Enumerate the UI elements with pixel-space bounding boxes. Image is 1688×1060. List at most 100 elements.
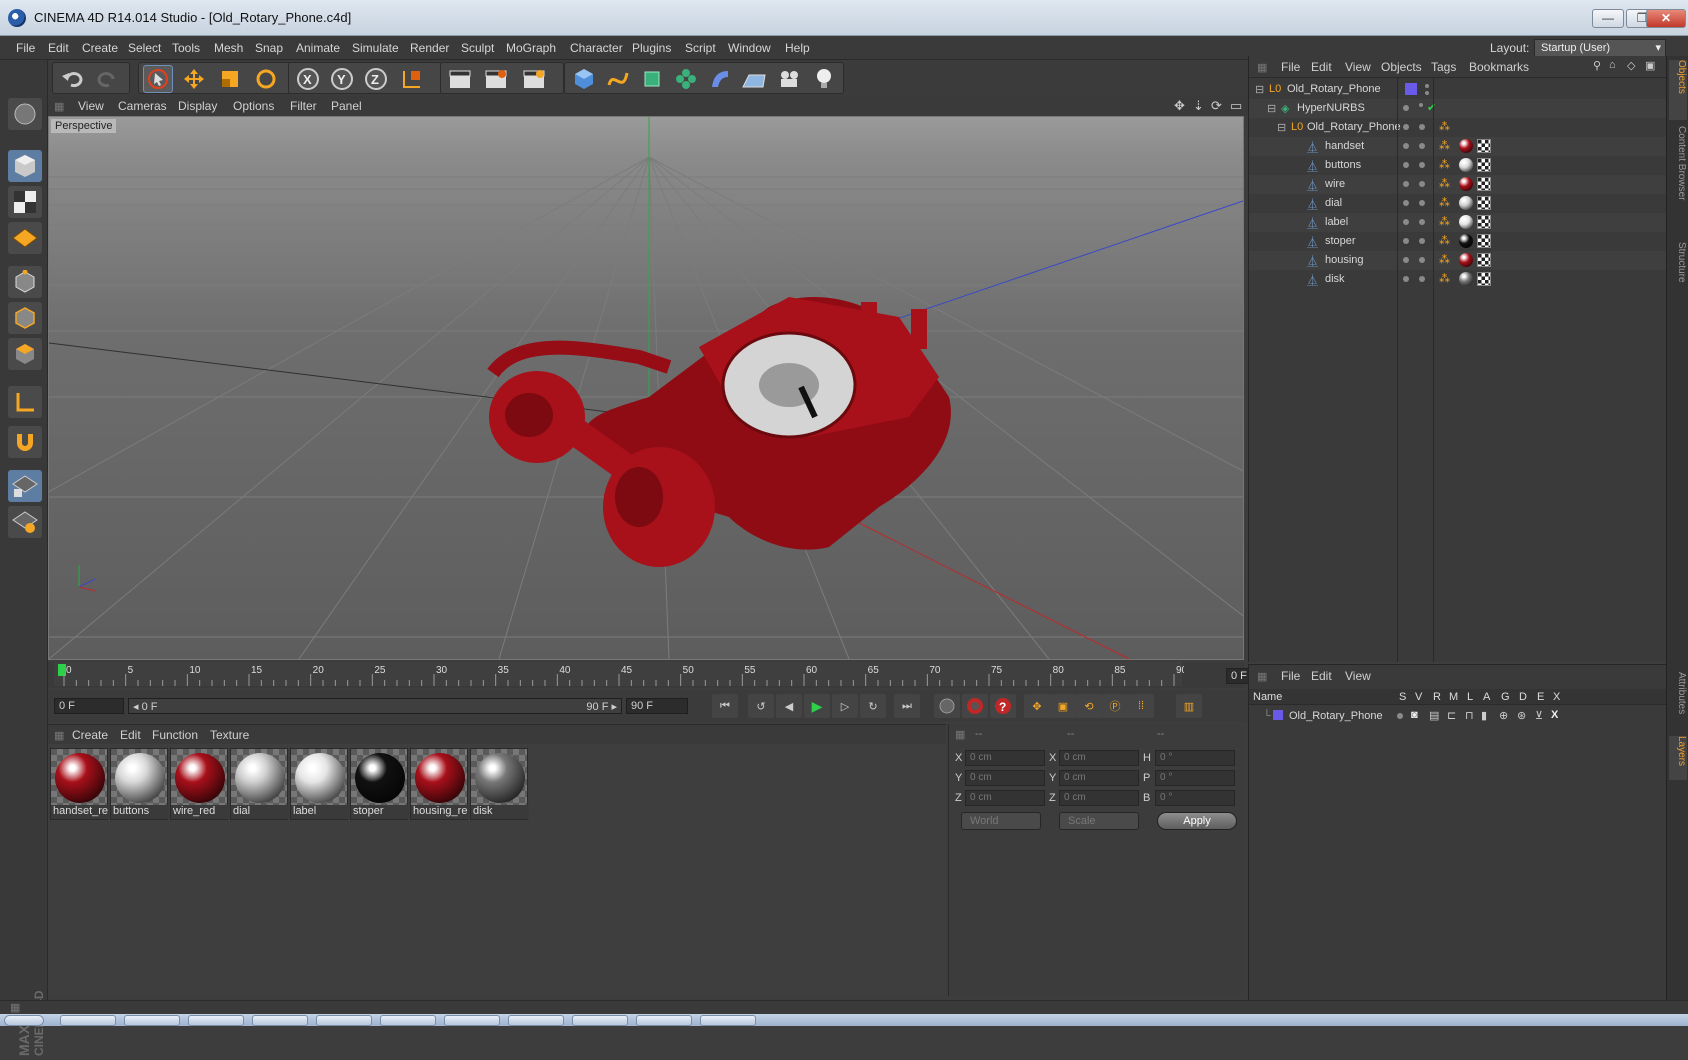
goto-start-button[interactable]: ⏮ (712, 694, 738, 718)
menu-plugins[interactable]: Plugins (632, 41, 671, 55)
rot-p-field[interactable]: 0 ° (1155, 770, 1235, 786)
floor-button[interactable] (739, 65, 769, 93)
playhead-marker[interactable] (58, 664, 66, 676)
render-visibility-dot[interactable] (1419, 219, 1425, 225)
phong-tag-icon[interactable]: ⁂ (1439, 234, 1450, 247)
array-button[interactable] (671, 65, 701, 93)
taskbar-item[interactable] (316, 1015, 372, 1026)
viewport-move-icon[interactable]: ✥ (1174, 98, 1185, 114)
size-x-field[interactable]: 0 cm (1059, 750, 1139, 766)
layer-col-render[interactable]: R (1433, 691, 1441, 703)
layer-menu-view[interactable]: View (1345, 669, 1371, 683)
render-visibility-dot[interactable] (1419, 181, 1425, 187)
make-editable-button[interactable] (8, 98, 42, 130)
menu-create[interactable]: Create (82, 41, 118, 55)
tab-structure[interactable]: Structure (1669, 242, 1687, 302)
autokey-button[interactable] (962, 694, 988, 718)
material-menu-function[interactable]: Function (152, 728, 198, 742)
layer-deformer-icon[interactable]: ⊛ (1517, 709, 1526, 722)
size-z-field[interactable]: 0 cm (1059, 790, 1139, 806)
viewport-menu-view[interactable]: View (78, 99, 104, 113)
cube-object-button[interactable] (569, 65, 599, 93)
material-tag[interactable] (1459, 158, 1473, 172)
material-menu-texture[interactable]: Texture (210, 728, 249, 742)
layout-select[interactable]: Startup (User) ▾ (1534, 39, 1666, 57)
viewport-maximize-icon[interactable]: ▭ (1230, 98, 1242, 114)
taskbar-item[interactable] (636, 1015, 692, 1026)
z-axis-button[interactable]: Z (361, 65, 391, 93)
layer-col-locked[interactable]: L (1467, 691, 1473, 703)
taskbar-item[interactable] (60, 1015, 116, 1026)
phong-tag-icon[interactable]: ⁂ (1439, 215, 1450, 228)
goto-prev-key-button[interactable]: ↺ (748, 694, 774, 718)
x-axis-button[interactable]: X (293, 65, 323, 93)
size-mode-dropdown[interactable]: Scale (1059, 812, 1139, 830)
start-frame-field[interactable]: 0 F (54, 698, 124, 714)
material-tag[interactable] (1459, 196, 1473, 210)
rotate-tool-button[interactable] (251, 65, 281, 93)
axis-mode-button[interactable] (8, 386, 42, 418)
rot-h-field[interactable]: 0 ° (1155, 750, 1235, 766)
undo-button[interactable] (57, 65, 87, 93)
pos-y-field[interactable]: 0 cm (965, 770, 1045, 786)
texture-tag[interactable] (1477, 215, 1491, 229)
key-parameter-button[interactable]: Ⓟ (1102, 694, 1128, 718)
menu-sculpt[interactable]: Sculpt (461, 41, 494, 55)
render-visibility-dot[interactable] (1419, 103, 1423, 107)
editor-visibility-dot[interactable] (1403, 181, 1409, 187)
phong-tag-icon[interactable]: ⁂ (1439, 253, 1450, 266)
layer-color-icon[interactable] (1273, 710, 1283, 720)
expand-toggle-icon[interactable]: ⊟ (1277, 121, 1286, 134)
render-visibility-dot[interactable] (1419, 257, 1425, 263)
home-icon[interactable]: ⌂ (1609, 59, 1616, 71)
menu-mograph[interactable]: MoGraph (506, 41, 556, 55)
menu-simulate[interactable]: Simulate (352, 41, 399, 55)
points-mode-button[interactable] (8, 266, 42, 298)
column-divider[interactable] (1397, 78, 1398, 662)
render-view-button[interactable] (445, 65, 475, 93)
snap-button[interactable] (8, 426, 42, 458)
redo-button[interactable] (93, 65, 123, 93)
layer-col-view[interactable]: V (1415, 691, 1422, 703)
taskbar-item[interactable] (252, 1015, 308, 1026)
spline-button[interactable] (603, 65, 633, 93)
material-swatch[interactable]: disk (470, 748, 529, 820)
apply-button[interactable]: Apply (1157, 812, 1237, 830)
key-scale-button[interactable]: ▣ (1050, 694, 1076, 718)
expand-toggle-icon[interactable]: ⊟ (1267, 102, 1276, 115)
texture-tag[interactable] (1477, 177, 1491, 191)
object-row[interactable]: ⏅ stoper ⁂ (1249, 232, 1667, 251)
menu-file[interactable]: File (16, 41, 35, 55)
tab-attributes[interactable]: Attributes (1669, 672, 1687, 732)
deformer-button[interactable] (705, 65, 735, 93)
render-settings-button[interactable] (519, 65, 549, 93)
layer-col-manager[interactable]: M (1449, 691, 1458, 703)
search-icon[interactable]: ⚲ (1593, 59, 1601, 72)
menu-script[interactable]: Script (685, 41, 716, 55)
render-visibility-dot[interactable] (1419, 162, 1425, 168)
material-menu-create[interactable]: Create (72, 728, 108, 742)
collapse-icon[interactable]: ◇ (1627, 59, 1635, 72)
viewport-rotate-icon[interactable]: ⟳ (1211, 98, 1222, 114)
editor-visibility-dot[interactable] (1403, 124, 1409, 130)
planar-workplane-button[interactable] (8, 506, 42, 538)
material-swatch[interactable]: handset_re (50, 748, 109, 820)
expand-toggle-icon[interactable]: ⊟ (1255, 83, 1264, 96)
menu-animate[interactable]: Animate (296, 41, 340, 55)
layer-col-generators[interactable]: G (1501, 691, 1510, 703)
texture-tag[interactable] (1477, 139, 1491, 153)
pos-z-field[interactable]: 0 cm (965, 790, 1045, 806)
editor-visibility-dot[interactable] (1403, 276, 1409, 282)
layer-expression-icon[interactable]: ⊻ (1535, 709, 1543, 722)
pos-x-field[interactable]: 0 cm (965, 750, 1045, 766)
material-tag[interactable] (1459, 234, 1473, 248)
live-selection-button[interactable] (143, 65, 173, 93)
editor-visibility-dot[interactable] (1403, 238, 1409, 244)
material-swatch[interactable]: wire_red (170, 748, 229, 820)
layer-lock-icon[interactable]: ⊓ (1465, 709, 1474, 722)
editor-visibility-dot[interactable] (1403, 105, 1409, 111)
material-swatch[interactable]: dial (230, 748, 289, 820)
viewport-menu-filter[interactable]: Filter (290, 99, 317, 113)
material-swatch[interactable]: buttons (110, 748, 169, 820)
menu-render[interactable]: Render (410, 41, 449, 55)
